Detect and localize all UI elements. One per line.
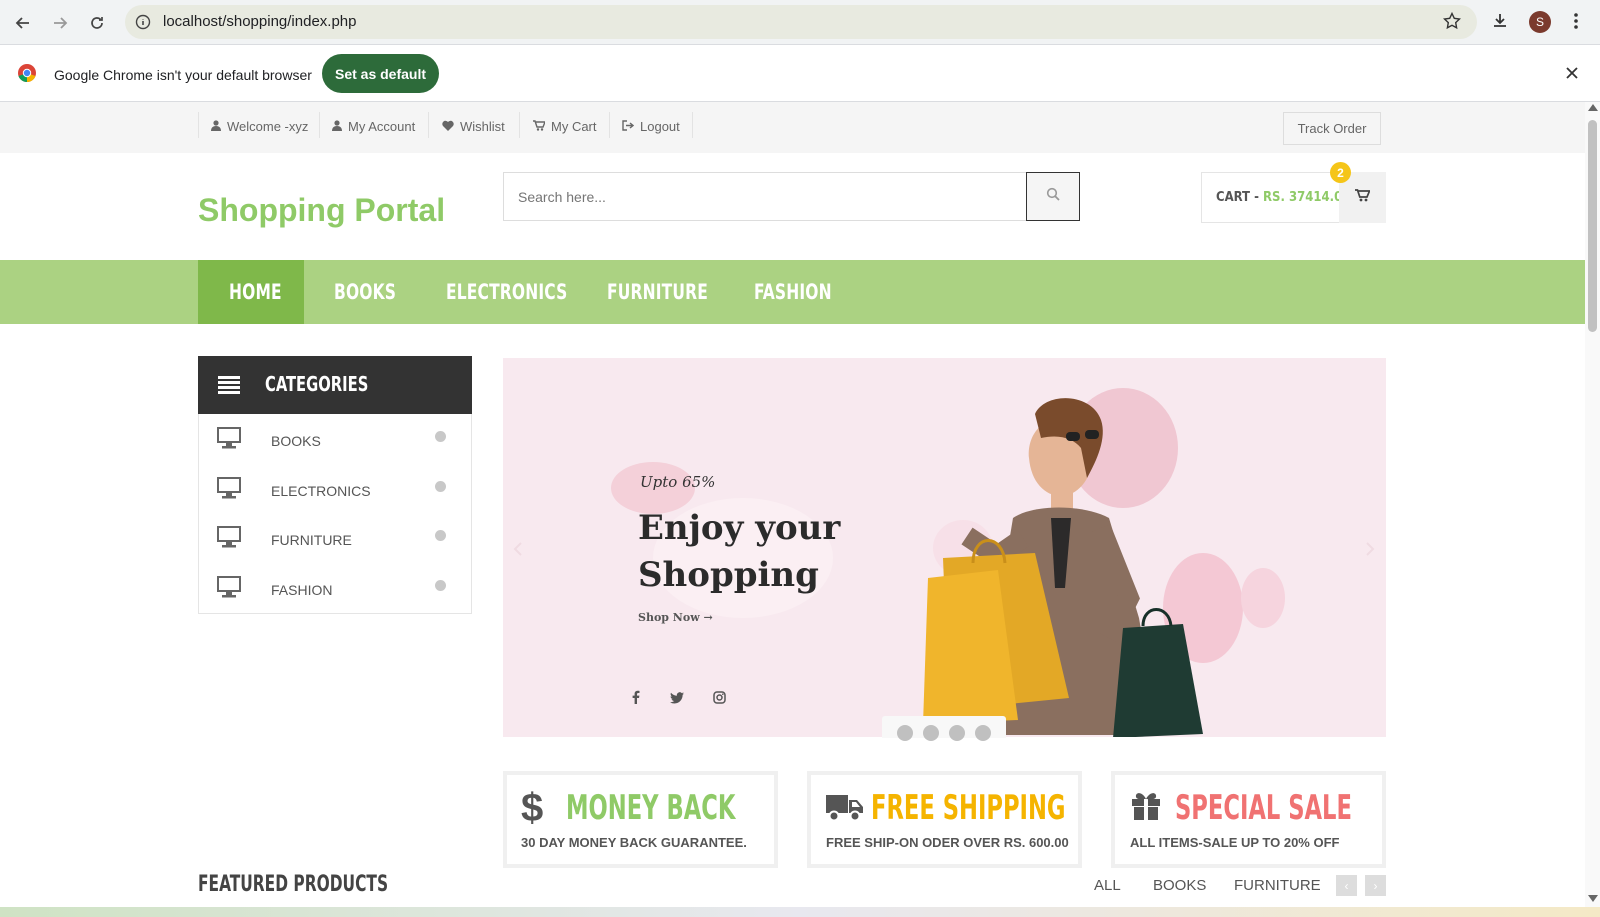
hero-slider[interactable] [503,358,1386,737]
scrollbar-thumb[interactable] [1588,120,1597,332]
my-account-label: My Account [348,119,416,134]
menu-item-home[interactable]: HOME [229,260,282,324]
chevron-right-icon [435,431,446,442]
heart-icon [442,119,454,134]
reload-icon[interactable] [84,10,110,36]
carousel-prev-button[interactable]: ‹ [1336,875,1357,896]
hero-headline-line2: Shopping [638,555,819,595]
cart-icon [533,119,547,134]
back-icon[interactable] [10,10,36,36]
categories-title: CATEGORIES [265,372,369,396]
wishlist-label: Wishlist [460,119,505,134]
category-label: FURNITURE [271,532,352,548]
forward-icon[interactable] [47,10,73,36]
welcome-link[interactable]: Welcome -xyz [211,119,308,134]
hero-headline-line1: Enjoy your [638,508,841,548]
scroll-up-arrow-icon[interactable] [1588,104,1598,111]
menu-item-books[interactable]: BOOKS [334,260,396,324]
cart-summary: CART - RS. 37414.00 [1216,190,1350,205]
sign-out-icon [622,119,635,134]
divider [428,112,429,138]
user-icon [211,119,221,134]
cart-count-badge: 2 [1330,162,1351,183]
taskbar-strip [0,907,1600,917]
category-label: FASHION [271,582,333,598]
tab-books[interactable]: BOOKS [1153,877,1206,894]
cart-amount: RS. 37414.00 [1263,190,1351,205]
category-label: ELECTRONICS [271,483,371,499]
dollar-icon: $ [521,786,544,830]
track-order-button[interactable]: Track Order [1283,112,1381,145]
featured-products-title: FEATURED PRODUCTS [198,872,389,897]
twitter-icon[interactable] [670,691,684,709]
cart-label: CART - [1216,190,1259,205]
wishlist-link[interactable]: Wishlist [442,119,505,134]
list-menu-icon [218,376,240,399]
feature-title: MONEY BACK [566,788,736,828]
tab-furniture[interactable]: FURNITURE [1234,877,1321,894]
chevron-left-icon: ‹ [1344,878,1349,893]
hero-kicker: Upto 65% [640,473,716,491]
bookmark-star-icon[interactable] [1442,11,1462,35]
my-account-link[interactable]: My Account [332,119,415,134]
instagram-icon[interactable] [713,691,726,709]
divider [519,112,520,138]
slider-dot-4[interactable] [975,725,991,741]
truck-icon [826,792,864,827]
hero-illustration [513,388,1375,737]
desktop-icon [217,427,241,454]
download-icon[interactable] [1491,12,1509,35]
desktop-icon [217,477,241,504]
profile-avatar[interactable]: S [1529,11,1551,33]
carousel-next-button[interactable]: › [1365,875,1386,896]
infobar-message: Google Chrome isn't your default browser [54,67,312,83]
search-button[interactable] [1026,172,1080,221]
site-logo[interactable]: Shopping Portal [198,192,445,229]
chevron-right-icon: › [1373,878,1378,893]
slider-dot-3[interactable] [949,725,965,741]
gift-icon [1130,790,1162,825]
chevron-right-icon [435,481,446,492]
menu-item-electronics[interactable]: ELECTRONICS [446,260,567,324]
feature-subtitle: FREE SHIP-ON ODER OVER RS. 600.00 [826,835,1069,850]
set-as-default-button[interactable]: Set as default [322,54,439,93]
close-icon[interactable] [1565,66,1579,85]
slider-dot-1[interactable] [897,725,913,741]
chrome-logo-icon [17,63,37,88]
slider-dot-2[interactable] [923,725,939,741]
search-input[interactable] [504,173,1026,220]
feature-title: SPECIAL SALE [1175,788,1352,828]
search-icon [1046,187,1060,206]
chevron-right-icon [435,530,446,541]
shopping-cart-icon [1355,188,1371,207]
scroll-down-arrow-icon[interactable] [1588,895,1598,902]
shop-now-link[interactable]: Shop Now → [638,611,713,624]
user-icon [332,119,342,134]
desktop-icon [217,576,241,603]
logout-label: Logout [640,119,680,134]
feature-subtitle: 30 DAY MONEY BACK GUARANTEE. [521,835,747,850]
feature-title: FREE SHIPPING [871,788,1066,828]
my-cart-link[interactable]: My Cart [533,119,597,134]
browser-menu-icon[interactable] [1573,12,1579,35]
facebook-icon[interactable] [632,690,640,709]
chevron-right-icon [435,580,446,591]
divider [198,112,199,138]
menu-item-fashion[interactable]: FASHION [754,260,832,324]
divider [319,112,320,138]
url-text[interactable]: localhost/shopping/index.php [163,13,356,30]
tab-all[interactable]: ALL [1094,877,1121,894]
category-label: BOOKS [271,433,321,449]
menu-item-furniture[interactable]: FURNITURE [607,260,708,324]
welcome-label: Welcome -xyz [227,119,309,134]
desktop-icon [217,526,241,553]
divider [609,112,610,138]
site-info-icon[interactable] [135,14,151,35]
logout-link[interactable]: Logout [622,119,680,134]
divider [692,112,693,138]
my-cart-label: My Cart [551,119,597,134]
feature-subtitle: ALL ITEMS-SALE UP TO 20% OFF [1130,835,1340,850]
